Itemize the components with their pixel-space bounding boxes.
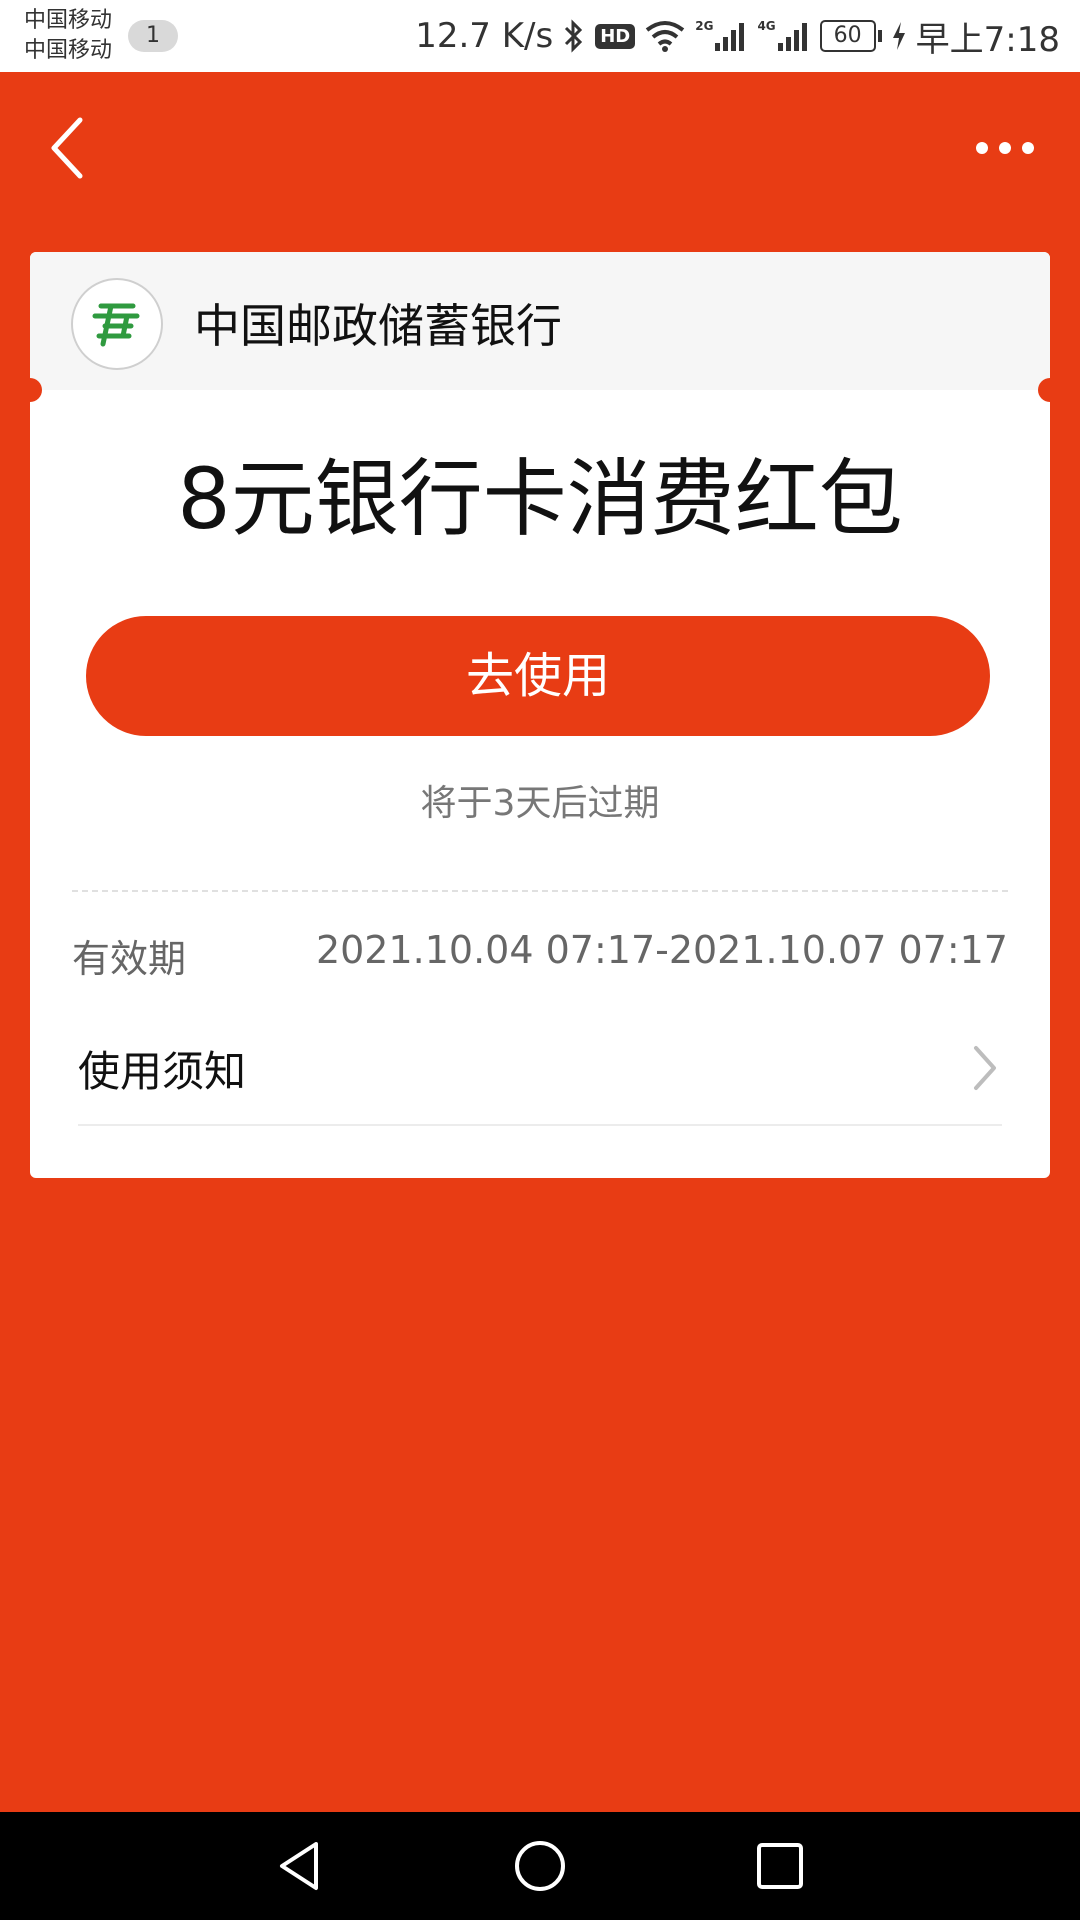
bank-logo-icon (71, 278, 163, 370)
usage-notice-row[interactable]: 使用须知 (78, 1012, 1002, 1122)
divider (78, 1124, 1002, 1126)
usage-notice-label: 使用须知 (78, 1047, 247, 1096)
back-icon (51, 117, 83, 179)
signal-icon: 4G (757, 19, 809, 51)
validity-value: 2021.10.04 07:17-2021.10.07 07:17 (315, 928, 1008, 972)
coupon-title: 8元银行卡消费红包 (177, 450, 903, 548)
coupon-card: 中国邮政储蓄银行 8元银行卡消费红包 去使用 将于3天后过期 有效期 2021.… (30, 252, 1050, 1178)
sim2-network-type: 4G (757, 19, 776, 33)
top-nav (0, 72, 1080, 212)
battery-icon: 60 (819, 20, 882, 52)
nav-home-button[interactable] (504, 1830, 576, 1902)
notification-count-badge: 1 (128, 20, 178, 52)
nav-back-button[interactable] (264, 1830, 336, 1902)
carrier-1: 中国移动 (24, 8, 113, 33)
network-speed: 12.7 K/s (415, 16, 554, 56)
carrier-info: 中国移动 中国移动 (24, 6, 112, 66)
wifi-icon (645, 20, 685, 52)
nav-recents-button[interactable] (744, 1830, 816, 1902)
nav-back-icon (280, 1842, 318, 1890)
clock: 早上7:18 (915, 19, 1060, 60)
status-bar: 中国移动 中国移动 1 12.7 K/s HD 2G 4G 60 早上7:18 (0, 0, 1080, 72)
expire-note: 将于3天后过期 (420, 783, 660, 824)
nav-recents-icon (757, 1843, 803, 1889)
bluetooth-icon (563, 19, 585, 53)
chevron-right-icon (974, 1046, 996, 1090)
back-button[interactable] (40, 112, 110, 182)
sim1-network-type: 2G (695, 19, 714, 33)
carrier-2: 中国移动 (24, 38, 113, 63)
more-icon (976, 142, 1034, 154)
validity-label: 有效期 (72, 937, 187, 981)
use-button[interactable]: 去使用 (86, 616, 990, 736)
system-nav-bar (0, 1812, 1080, 1920)
card-header: 中国邮政储蓄银行 (30, 252, 1050, 390)
nav-home-icon (515, 1841, 565, 1891)
bank-name: 中国邮政储蓄银行 (194, 299, 562, 353)
card-notch-right (1038, 378, 1050, 402)
more-button[interactable] (970, 128, 1040, 168)
status-icons: 12.7 K/s HD 2G 4G 60 早上7:18 (415, 0, 1060, 72)
dashed-divider (72, 890, 1008, 892)
charging-icon (892, 22, 906, 50)
signal-icon: 2G (695, 19, 747, 51)
hd-icon: HD (595, 23, 636, 49)
